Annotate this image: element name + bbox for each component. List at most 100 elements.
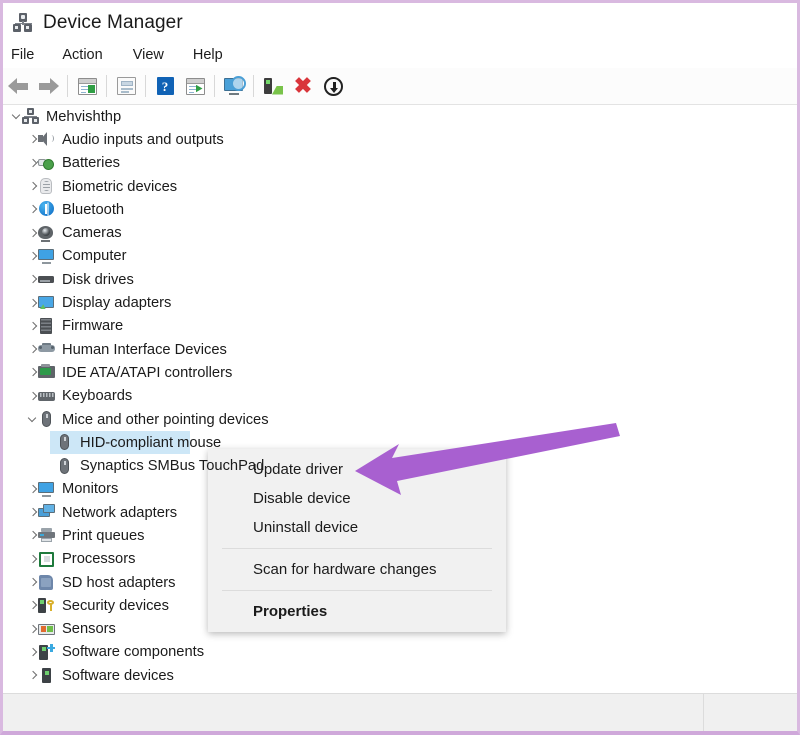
- hid-icon: [38, 341, 55, 358]
- tree-item-sound-video-and-game-controllers[interactable]: Sound, video and game controllers: [3, 687, 797, 691]
- chevron-right-icon[interactable]: [27, 251, 38, 262]
- keyboard-icon: [38, 388, 55, 405]
- chevron-right-icon[interactable]: [27, 274, 38, 285]
- chevron-right-icon[interactable]: [27, 577, 38, 588]
- computer-node-icon: [22, 108, 39, 125]
- menu-help[interactable]: Help: [193, 45, 223, 65]
- context-menu-item-scan-for-hardware-changes[interactable]: Scan for hardware changes: [208, 555, 506, 584]
- tree-item-computer[interactable]: Computer: [3, 245, 797, 268]
- mouse-icon: [38, 411, 55, 428]
- tree-item-keyboards[interactable]: Keyboards: [3, 385, 797, 408]
- fingerprint-icon: [38, 178, 55, 195]
- tree-item-label: Sensors: [62, 621, 116, 637]
- status-bar-left: [3, 694, 703, 731]
- scan-for-hardware-changes-icon[interactable]: [219, 71, 249, 101]
- help-icon[interactable]: ?: [150, 71, 180, 101]
- tree-item-label: Human Interface Devices: [62, 342, 227, 358]
- enable-device-icon[interactable]: [258, 71, 288, 101]
- device-manager-icon: [12, 12, 34, 34]
- speaker-icon: [38, 131, 55, 148]
- menu-bar: File Action View Help: [3, 42, 797, 68]
- context-menu-separator: [222, 590, 492, 591]
- chevron-right-icon[interactable]: [27, 204, 38, 215]
- tree-item-label: Computer: [62, 248, 127, 264]
- tree-item-biometric-devices[interactable]: Biometric devices: [3, 175, 797, 198]
- status-bar-right: [704, 694, 797, 731]
- sd-card-icon: [38, 574, 55, 591]
- menu-action[interactable]: Action: [62, 45, 102, 65]
- toolbar: ? ✖: [3, 68, 797, 105]
- menu-view[interactable]: View: [133, 45, 164, 65]
- menu-file[interactable]: File: [11, 45, 34, 65]
- back-arrow-icon[interactable]: [3, 71, 33, 101]
- chevron-right-icon[interactable]: [27, 484, 38, 495]
- software-device-icon: [38, 667, 55, 684]
- tree-item-label: Software devices: [62, 668, 174, 684]
- software-component-icon: [38, 644, 55, 661]
- window-title: Device Manager: [43, 12, 183, 34]
- tree-item-cameras[interactable]: Cameras: [3, 221, 797, 244]
- download-icon[interactable]: [318, 71, 348, 101]
- tree-item-firmware[interactable]: Firmware: [3, 315, 797, 338]
- tree-item-label: Cameras: [62, 225, 122, 241]
- tree-item-ide-ata-atapi-controllers[interactable]: IDE ATA/ATAPI controllers: [3, 361, 797, 384]
- toolbar-separator: [253, 75, 254, 97]
- chevron-down-icon[interactable]: [11, 111, 22, 122]
- tree-item-label: Disk drives: [62, 272, 134, 288]
- context-menu-item-disable-device[interactable]: Disable device: [208, 484, 506, 513]
- show-hide-console-tree-icon[interactable]: [72, 71, 102, 101]
- chevron-right-icon[interactable]: [27, 298, 38, 309]
- tree-item-label: Security devices: [62, 598, 169, 614]
- context-menu-item-uninstall-device[interactable]: Uninstall device: [208, 513, 506, 542]
- chevron-right-icon[interactable]: [27, 367, 38, 378]
- tree-item-human-interface-devices[interactable]: Human Interface Devices: [3, 338, 797, 361]
- tree-item-mice-and-other-pointing-devices[interactable]: Mice and other pointing devices: [3, 408, 797, 431]
- context-menu-separator: [222, 548, 492, 549]
- tree-item-batteries[interactable]: Batteries: [3, 152, 797, 175]
- chevron-right-icon[interactable]: [27, 530, 38, 541]
- chevron-right-icon[interactable]: [27, 158, 38, 169]
- battery-icon: [38, 155, 55, 172]
- tree-item-label: Firmware: [62, 318, 123, 334]
- display-adapter-icon: [38, 295, 55, 312]
- chevron-right-icon[interactable]: [27, 624, 38, 635]
- properties-icon[interactable]: [111, 71, 141, 101]
- chevron-right-icon[interactable]: [27, 181, 38, 192]
- tree-item-label: Processors: [62, 551, 135, 567]
- tree-item-label: IDE ATA/ATAPI controllers: [62, 365, 232, 381]
- chevron-right-icon[interactable]: [27, 134, 38, 145]
- device-manager-window: Device Manager File Action View Help ?: [0, 0, 800, 735]
- tree-item-label: Print queues: [62, 528, 144, 544]
- tree-item-bluetooth[interactable]: Bluetooth: [3, 198, 797, 221]
- toolbar-separator: [214, 75, 215, 97]
- network-adapter-icon: [38, 504, 55, 521]
- chevron-right-icon[interactable]: [27, 344, 38, 355]
- firmware-icon: [38, 318, 55, 335]
- chevron-right-icon[interactable]: [27, 670, 38, 681]
- context-menu-item-properties[interactable]: Properties: [208, 597, 506, 626]
- mouse-icon: [56, 434, 73, 451]
- chevron-right-icon[interactable]: [27, 554, 38, 565]
- chevron-right-icon[interactable]: [27, 507, 38, 518]
- toolbar-separator: [67, 75, 68, 97]
- chevron-down-icon[interactable]: [27, 414, 38, 425]
- tree-item-software-components[interactable]: Software components: [3, 641, 797, 664]
- uninstall-device-icon[interactable]: ✖: [288, 71, 318, 101]
- tree-item-disk-drives[interactable]: Disk drives: [3, 268, 797, 291]
- chevron-right-icon[interactable]: [27, 391, 38, 402]
- tree-item-display-adapters[interactable]: Display adapters: [3, 291, 797, 314]
- context-menu[interactable]: Update driver Disable device Uninstall d…: [208, 449, 506, 632]
- chevron-right-icon[interactable]: [27, 600, 38, 611]
- tree-item-root[interactable]: Mehvishthp: [3, 105, 797, 128]
- mouse-icon: [56, 458, 73, 475]
- update-driver-icon[interactable]: [180, 71, 210, 101]
- chevron-right-icon[interactable]: [27, 321, 38, 332]
- chevron-right-icon[interactable]: [27, 647, 38, 658]
- tree-item-software-devices[interactable]: Software devices: [3, 664, 797, 687]
- chevron-right-icon[interactable]: [27, 228, 38, 239]
- tree-item-label: Network adapters: [62, 505, 177, 521]
- tree-item-audio-inputs-and-outputs[interactable]: Audio inputs and outputs: [3, 128, 797, 151]
- tree-item-label: Bluetooth: [62, 202, 124, 218]
- status-bar: [3, 693, 797, 731]
- forward-arrow-icon[interactable]: [33, 71, 63, 101]
